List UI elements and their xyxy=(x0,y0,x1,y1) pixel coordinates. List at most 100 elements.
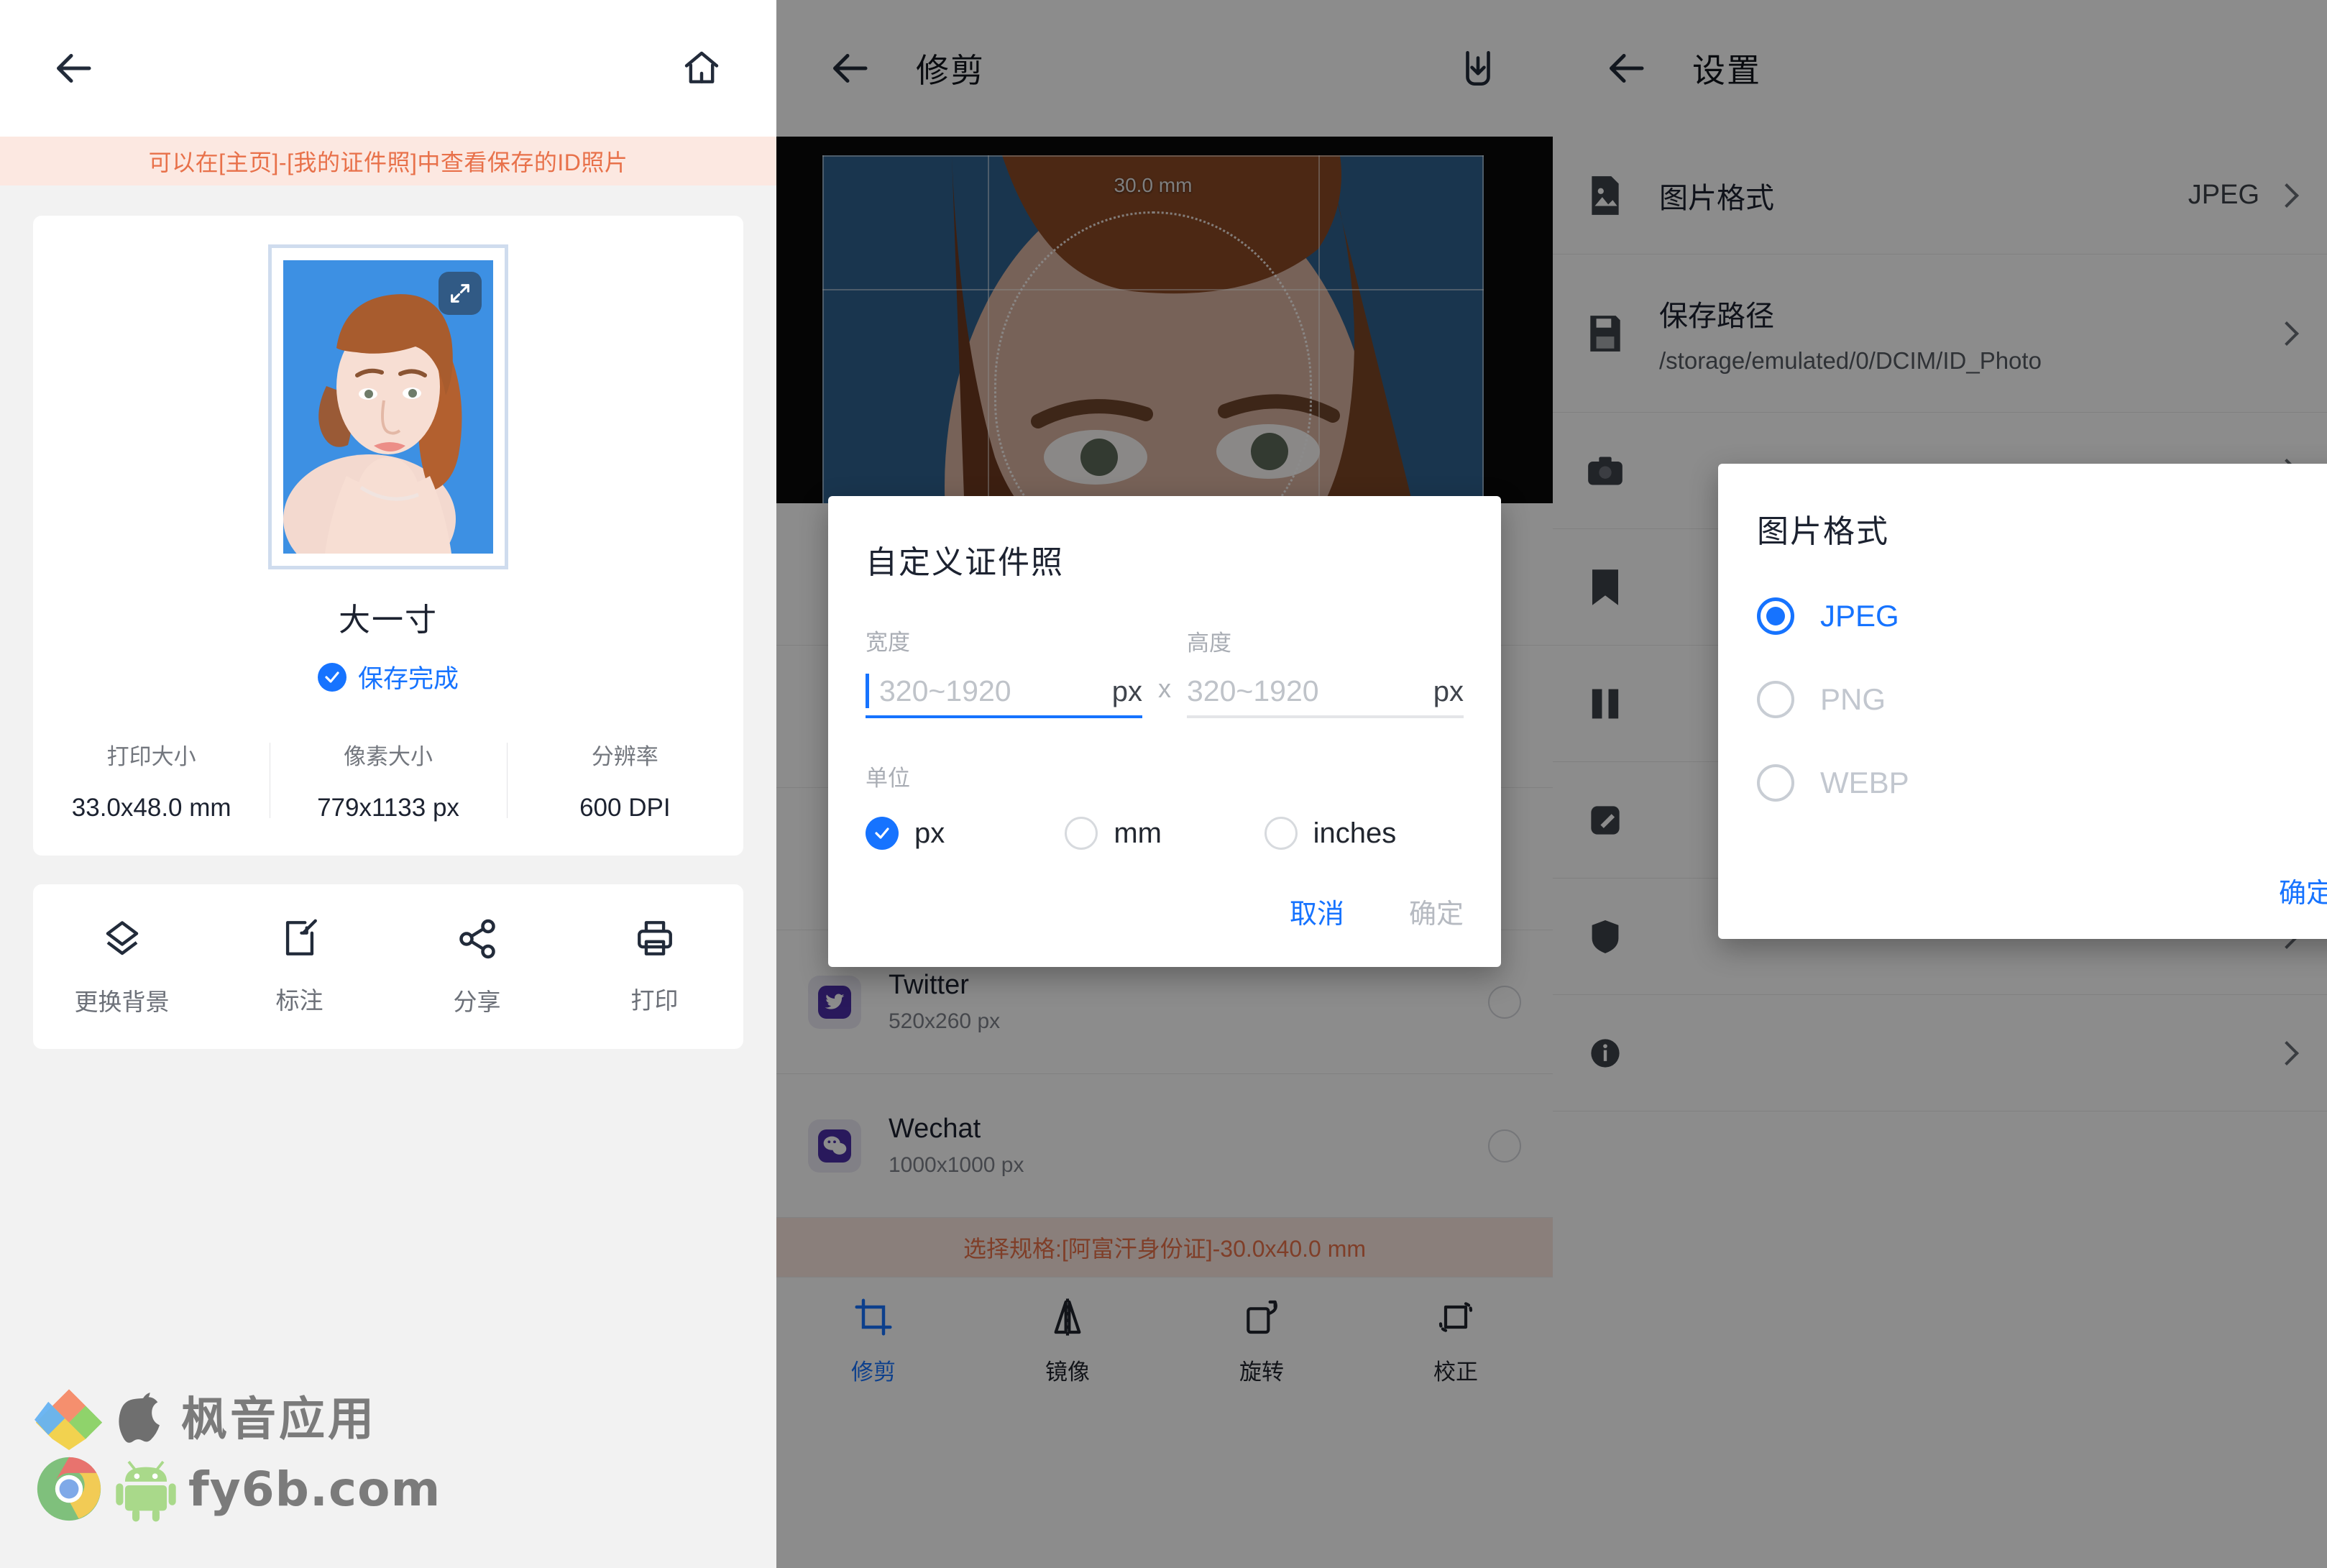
format-option-png[interactable]: PNG xyxy=(1757,681,2327,718)
size-fields: 宽度 320~1920 px x 高度 320~1920 px xyxy=(866,624,1464,718)
back-icon[interactable] xyxy=(1593,34,1662,103)
saved-banner: 可以在[主页]-[我的证件照]中查看保存的ID照片 xyxy=(0,137,776,185)
save-download-icon[interactable] xyxy=(1444,34,1513,103)
print-button[interactable]: 打印 xyxy=(566,917,743,1017)
spec-name: 大一寸 xyxy=(339,602,438,638)
action-label: 分享 xyxy=(453,989,501,1015)
dialog-title: 图片格式 xyxy=(1757,514,1889,549)
confirm-button[interactable]: 确定 xyxy=(1409,891,1464,931)
home-icon[interactable] xyxy=(667,34,736,103)
settings-appbar: 设置 xyxy=(1553,0,2327,137)
photo-frame xyxy=(268,244,508,569)
preset-text: Wechat 1000x1000 px xyxy=(889,1114,1488,1178)
saved-label: 保存完成 xyxy=(357,665,459,693)
height-unit: px xyxy=(1433,676,1464,707)
correct-icon xyxy=(1436,1297,1476,1341)
unit-options: px mm inches xyxy=(866,817,1464,850)
columns-icon xyxy=(1584,686,1626,722)
height-label: 高度 xyxy=(1187,631,1231,656)
preset-name: Twitter xyxy=(889,970,969,1000)
radio-checked-icon xyxy=(866,817,899,850)
edit-square-icon xyxy=(1584,802,1626,838)
confirm-button[interactable]: 确定 xyxy=(2279,871,2327,910)
unit-option-inches[interactable]: inches xyxy=(1264,817,1464,850)
preset-radio[interactable] xyxy=(1488,1129,1521,1163)
share-button[interactable]: 分享 xyxy=(388,917,566,1017)
settings-item-save-path[interactable]: 保存路径 /storage/emulated/0/DCIM/ID_Photo xyxy=(1553,255,2327,413)
meta-value: 779x1133 px xyxy=(317,794,459,822)
meta-value: 600 DPI xyxy=(579,794,671,822)
preset-size: 520x260 px xyxy=(889,1009,1001,1033)
settings-item-path: /storage/emulated/0/DCIM/ID_Photo xyxy=(1659,347,2042,374)
preset-name: Wechat xyxy=(889,1114,981,1144)
back-icon[interactable] xyxy=(40,34,109,103)
unit-option-mm[interactable]: mm xyxy=(1065,817,1264,850)
meta-label: 像素大小 xyxy=(343,744,433,769)
dialog-title: 自定义证件照 xyxy=(866,545,1064,580)
android-logo-icon xyxy=(116,1460,176,1522)
tab-mirror[interactable]: 镜像 xyxy=(970,1278,1165,1405)
preset-text: Twitter 520x260 px xyxy=(889,970,1488,1034)
format-label-jpeg: JPEG xyxy=(1820,599,1899,633)
settings-item-body: 图片格式 xyxy=(1659,175,2188,216)
annotate-icon xyxy=(279,917,321,963)
tab-correct[interactable]: 校正 xyxy=(1359,1278,1553,1405)
tab-label: 校正 xyxy=(1433,1359,1478,1385)
crop-dimension-label: 30.0 mm xyxy=(1114,174,1193,196)
tab-label: 镜像 xyxy=(1045,1359,1090,1385)
meta-pixel-size: 像素大小 779x1133 px xyxy=(270,738,506,822)
list-item[interactable]: Wechat 1000x1000 px xyxy=(776,1074,1553,1218)
twitter-icon xyxy=(808,975,861,1029)
change-background-button[interactable]: 更换背景 xyxy=(33,917,211,1017)
unit-label-mm: mm xyxy=(1114,817,1162,849)
camera-icon xyxy=(1584,455,1626,487)
settings-panel: 设置 图片格式 JPEG 保存路径 /storage/emulated/0/DC… xyxy=(1553,0,2327,1568)
crop-title: 修剪 xyxy=(916,52,985,89)
radio-checked-icon xyxy=(1757,597,1794,635)
width-input[interactable]: 320~1920 xyxy=(879,674,1105,708)
print-icon xyxy=(634,917,676,963)
expand-icon[interactable] xyxy=(439,272,482,315)
height-field-group: 高度 320~1920 px xyxy=(1187,625,1464,718)
tab-rotate[interactable]: 旋转 xyxy=(1165,1278,1359,1405)
format-option-jpeg[interactable]: JPEG xyxy=(1757,597,2327,635)
format-option-webp[interactable]: WEBP xyxy=(1757,764,2327,802)
cancel-button[interactable]: 取消 xyxy=(1290,891,1344,931)
width-unit: px xyxy=(1111,676,1142,707)
width-input-line[interactable]: 320~1920 px xyxy=(866,674,1142,718)
radio-unchecked-icon xyxy=(1065,817,1098,850)
chevron-right-icon xyxy=(2275,321,2299,346)
dimension-separator: x xyxy=(1158,674,1171,703)
crop-stage[interactable]: 30.0 mm xyxy=(776,137,1553,503)
meta-label: 打印大小 xyxy=(106,744,196,769)
tab-crop[interactable]: 修剪 xyxy=(776,1278,970,1405)
dialog-actions: 确定 xyxy=(1757,871,2327,910)
height-input[interactable]: 320~1920 xyxy=(1187,674,1426,708)
format-label-webp: WEBP xyxy=(1820,766,1909,799)
crop-image[interactable]: 30.0 mm xyxy=(822,155,1484,503)
settings-item-value: JPEG xyxy=(2188,180,2259,210)
apple-logo-icon xyxy=(119,1393,160,1443)
settings-item[interactable] xyxy=(1553,995,2327,1111)
unit-option-px[interactable]: px xyxy=(866,817,1065,850)
chrome-logo-icon xyxy=(37,1457,101,1521)
height-input-line[interactable]: 320~1920 px xyxy=(1187,674,1464,718)
preset-radio[interactable] xyxy=(1488,985,1521,1019)
settings-item-label: 图片格式 xyxy=(1659,182,1774,214)
radio-unchecked-icon xyxy=(1757,764,1794,802)
saved-status: 保存完成 xyxy=(317,659,459,695)
id-photo-preview xyxy=(283,260,493,554)
annotate-button[interactable]: 标注 xyxy=(211,917,388,1017)
photo-metadata: 打印大小 33.0x48.0 mm 像素大小 779x1133 px 分辨率 6… xyxy=(33,738,743,822)
meta-value: 33.0x48.0 mm xyxy=(71,794,231,822)
settings-item-image-format[interactable]: 图片格式 JPEG xyxy=(1553,137,2327,255)
back-icon[interactable] xyxy=(817,34,886,103)
text-caret xyxy=(866,674,869,708)
meta-label: 分辨率 xyxy=(591,744,658,769)
meta-print-size: 打印大小 33.0x48.0 mm xyxy=(33,738,270,822)
settings-title: 设置 xyxy=(1692,52,1761,89)
wechat-icon xyxy=(808,1119,861,1173)
unit-label-px: px xyxy=(914,817,945,849)
chevron-right-icon xyxy=(2275,1040,2299,1065)
width-field-group: 宽度 320~1920 px xyxy=(866,624,1142,718)
